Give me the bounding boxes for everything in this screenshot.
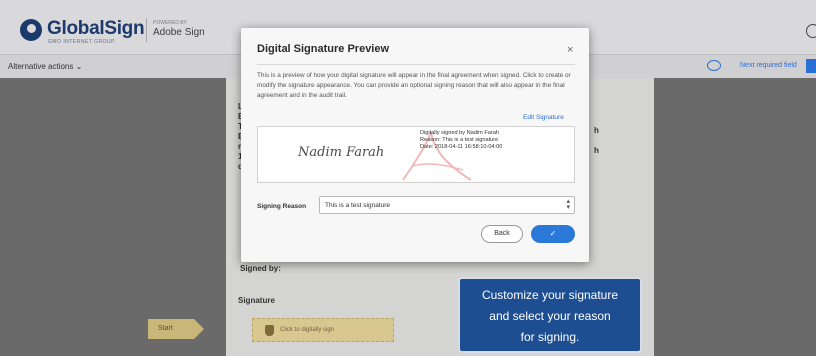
globalsign-logo-icon (20, 19, 42, 41)
pen-icon (265, 325, 274, 336)
confirm-button[interactable]: ✓ (531, 225, 575, 243)
dialog-title: Digital Signature Preview (257, 43, 390, 55)
start-tag-label: Start (158, 325, 173, 332)
date-line: Date: 2018-04-11 16:58:10-04:00 (420, 144, 503, 151)
signature-field-text: Click to digitally sign (280, 327, 335, 333)
signature-metadata: Digitally signed by Nadim Farah Reason: … (420, 130, 502, 152)
back-button[interactable]: Back (481, 225, 523, 243)
chat-icon[interactable] (707, 60, 721, 71)
header-divider (146, 18, 147, 42)
callout-line-1: Customize your signature (481, 288, 619, 302)
help-icon[interactable] (806, 24, 816, 38)
signature-field[interactable]: Click to digitally sign (252, 318, 394, 342)
next-required-field-link[interactable]: Next required field (740, 62, 797, 69)
dialog-divider (257, 64, 575, 65)
signature-preview[interactable]: Nadim Farah Digitally signed by Nadim Fa… (257, 126, 575, 183)
edit-signature-link[interactable]: Edit Signature (523, 114, 564, 121)
start-tag[interactable]: Start (148, 319, 204, 339)
callout-line-2: and select your reason (489, 309, 611, 323)
doc-text-fragment: h (594, 126, 599, 135)
signature-image: Nadim Farah (298, 145, 385, 160)
reason-line: Reason: This is a test signature (420, 137, 499, 144)
signature-label: Signature (238, 296, 275, 305)
close-icon[interactable]: × (567, 44, 573, 56)
digital-signature-preview-dialog: Digital Signature Preview × This is a pr… (241, 28, 589, 262)
brand-tagline: GMO INTERNET GROUP (48, 39, 115, 45)
signing-reason-label: Signing Reason (257, 203, 307, 210)
tutorial-callout: Customize your signature and select your… (458, 277, 642, 353)
signing-reason-value: This is a test signature (325, 202, 391, 209)
signing-reason-select[interactable]: This is a test signature ▴ ▾ (319, 196, 575, 214)
dialog-description: This is a preview of how your digital si… (257, 72, 571, 99)
doc-text-fragment: h (594, 146, 599, 155)
brand-name: GlobalSign (47, 18, 145, 39)
select-arrows-icon: ▴ ▾ (566, 198, 570, 211)
callout-line-3: for signing. (520, 330, 580, 344)
next-field-button[interactable] (806, 59, 816, 73)
powered-by-label: POWERED BY (153, 20, 187, 26)
alternative-actions-menu[interactable]: Alternative actions ⌄ (8, 62, 82, 71)
signed-by-label: Signed by: (240, 264, 281, 273)
product-name: Adobe Sign (153, 27, 205, 38)
digitally-signed-line: Digitally signed by Nadim Farah (420, 130, 499, 136)
